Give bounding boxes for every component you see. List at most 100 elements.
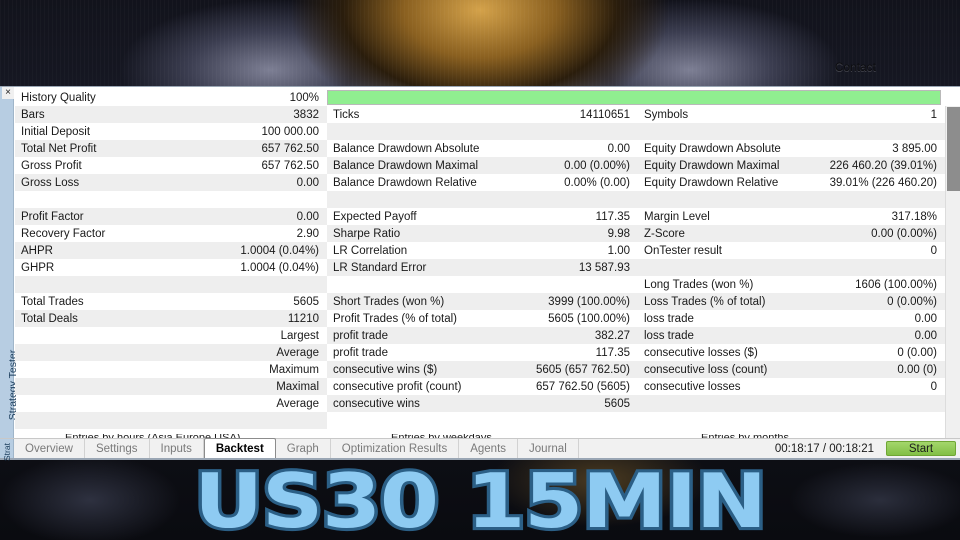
results-row-label: consecutive loss (count) — [644, 363, 768, 376]
results-row-label: LR Correlation — [333, 244, 408, 257]
results-row[interactable] — [638, 259, 945, 276]
tabbar-spacer — [579, 439, 763, 458]
results-row[interactable]: consecutive loss (count) 0.00 (0) — [638, 361, 945, 378]
results-row-label: Gross Loss — [21, 176, 80, 189]
results-row-value: 657 762.50 — [261, 142, 319, 155]
results-row[interactable]: Recovery Factor 2.90 — [15, 225, 327, 242]
results-row[interactable] — [327, 276, 638, 293]
results-row[interactable]: Balance Drawdown Relative 0.00% (0.00) — [327, 174, 638, 191]
results-row-value: Largest — [280, 329, 319, 342]
results-row-label: Bars — [21, 108, 45, 121]
results-row[interactable]: consecutive wins ($) 5605 (657 762.50) — [327, 361, 638, 378]
results-row-label: Initial Deposit — [21, 125, 91, 138]
results-vertical-scrollbar[interactable] — [945, 106, 960, 459]
close-icon[interactable]: × — [2, 87, 14, 99]
results-row[interactable] — [15, 412, 327, 429]
results-row[interactable]: consecutive losses ($) 0 (0.00) — [638, 344, 945, 361]
results-row-value: 0.00 — [296, 176, 319, 189]
scrollbar-thumb[interactable] — [947, 107, 960, 191]
results-row[interactable]: Long Trades (won %) 1606 (100.00%) — [638, 276, 945, 293]
results-row[interactable]: consecutive losses 0 — [638, 378, 945, 395]
backtest-results-grid[interactable]: History Quality 100% Bars 3832 Initial Depos… — [15, 87, 945, 459]
results-row-value: 100 000.00 — [261, 125, 319, 138]
results-row-label: Margin Level — [644, 210, 710, 223]
results-row[interactable]: profit trade 382.27 — [327, 327, 638, 344]
results-row[interactable]: consecutive wins 5605 — [327, 395, 638, 412]
tab-list: Overview Settings Inputs Backtest Graph Optim… — [14, 438, 579, 458]
results-row-label: Expected Payoff — [333, 210, 417, 223]
results-row[interactable]: Total Deals 11210 — [15, 310, 327, 327]
results-row[interactable]: loss trade 0.00 — [638, 310, 945, 327]
results-row[interactable]: AHPR 1.0004 (0.04%) — [15, 242, 327, 259]
results-row[interactable] — [15, 276, 327, 293]
tab-overview[interactable]: Overview — [14, 439, 85, 458]
results-row[interactable]: Equity Drawdown Relative 39.01% (226 460.… — [638, 174, 945, 191]
results-row[interactable]: Total Net Profit 657 762.50 — [15, 140, 327, 157]
results-row-value: 0.00 (0.00%) — [564, 159, 630, 172]
results-row-label: Gross Profit — [21, 159, 82, 172]
results-row[interactable]: Margin Level 317.18% — [638, 208, 945, 225]
tab-graph[interactable]: Graph — [276, 439, 331, 458]
results-row-value: 9.98 — [607, 227, 630, 240]
results-row[interactable]: Symbols 1 — [638, 106, 945, 123]
results-row[interactable]: Average — [15, 344, 327, 361]
results-row[interactable]: Z-Score 0.00 (0.00%) — [638, 225, 945, 242]
results-row[interactable]: LR Standard Error 13 587.93 — [327, 259, 638, 276]
results-row[interactable] — [638, 191, 945, 208]
results-row-label: profit trade — [333, 346, 388, 359]
results-row[interactable]: Profit Factor 0.00 — [15, 208, 327, 225]
results-row[interactable]: Balance Drawdown Maximal 0.00 (0.00%) — [327, 157, 638, 174]
results-row[interactable] — [327, 412, 638, 429]
results-row[interactable]: Loss Trades (% of total) 0 (0.00%) — [638, 293, 945, 310]
results-row-label: Short Trades (won %) — [333, 295, 445, 308]
start-button[interactable]: Start — [886, 441, 956, 456]
results-row[interactable] — [638, 123, 945, 140]
results-row[interactable]: Bars 3832 — [15, 106, 327, 123]
results-row[interactable]: History Quality 100% — [15, 89, 327, 106]
results-row[interactable]: Gross Profit 657 762.50 — [15, 157, 327, 174]
results-row-label: AHPR — [21, 244, 53, 257]
results-row[interactable] — [638, 395, 945, 412]
results-row-value: 0.00 (0.00%) — [871, 227, 937, 240]
results-row[interactable]: Largest — [15, 327, 327, 344]
results-row-label: consecutive wins ($) — [333, 363, 438, 376]
results-row[interactable]: profit trade 117.35 — [327, 344, 638, 361]
results-row-value: 1606 (100.00%) — [855, 278, 937, 291]
results-row[interactable]: Profit Trades (% of total) 5605 (100.00%) — [327, 310, 638, 327]
results-row[interactable]: LR Correlation 1.00 — [327, 242, 638, 259]
tab-backtest[interactable]: Backtest — [203, 438, 276, 458]
results-row[interactable]: Short Trades (won %) 3999 (100.00%) — [327, 293, 638, 310]
results-row-value: Average — [276, 346, 319, 359]
results-row[interactable]: OnTester result 0 — [638, 242, 945, 259]
results-row-label: GHPR — [21, 261, 55, 274]
results-row[interactable] — [327, 123, 638, 140]
tab-journal[interactable]: Journal — [518, 439, 579, 458]
tab-agents[interactable]: Agents — [459, 439, 519, 458]
results-row[interactable]: Ticks 14110651 — [327, 106, 638, 123]
results-row[interactable]: Initial Deposit 100 000.00 — [15, 123, 327, 140]
results-row[interactable]: Maximum — [15, 361, 327, 378]
tab-optimization-results[interactable]: Optimization Results — [331, 439, 460, 458]
results-row[interactable]: Sharpe Ratio 9.98 — [327, 225, 638, 242]
results-row[interactable]: Balance Drawdown Absolute 0.00 — [327, 140, 638, 157]
results-row[interactable]: Expected Payoff 117.35 — [327, 208, 638, 225]
results-row[interactable]: loss trade 0.00 — [638, 327, 945, 344]
results-row[interactable]: GHPR 1.0004 (0.04%) — [15, 259, 327, 276]
results-row[interactable] — [15, 191, 327, 208]
tab-settings[interactable]: Settings — [85, 439, 150, 458]
results-row[interactable]: Equity Drawdown Maximal 226 460.20 (39.01… — [638, 157, 945, 174]
results-row[interactable]: Total Trades 5605 — [15, 293, 327, 310]
results-row-label: consecutive losses ($) — [644, 346, 758, 359]
results-row[interactable]: Average — [15, 395, 327, 412]
video-title-overlay: US30 15MIN — [191, 454, 771, 540]
results-row[interactable]: consecutive profit (count) 657 762.50 (56… — [327, 378, 638, 395]
results-row-label: Profit Factor — [21, 210, 84, 223]
results-row-label: Balance Drawdown Maximal — [333, 159, 479, 172]
results-row[interactable]: Equity Drawdown Absolute 3 895.00 — [638, 140, 945, 157]
results-row[interactable]: Gross Loss 0.00 — [15, 174, 327, 191]
results-row-value: 13 587.93 — [578, 261, 630, 274]
results-column-left: History Quality 100% Bars 3832 Initial Depos… — [15, 87, 327, 459]
results-row[interactable] — [327, 191, 638, 208]
tab-inputs[interactable]: Inputs — [150, 439, 204, 458]
results-row[interactable]: Maximal — [15, 378, 327, 395]
